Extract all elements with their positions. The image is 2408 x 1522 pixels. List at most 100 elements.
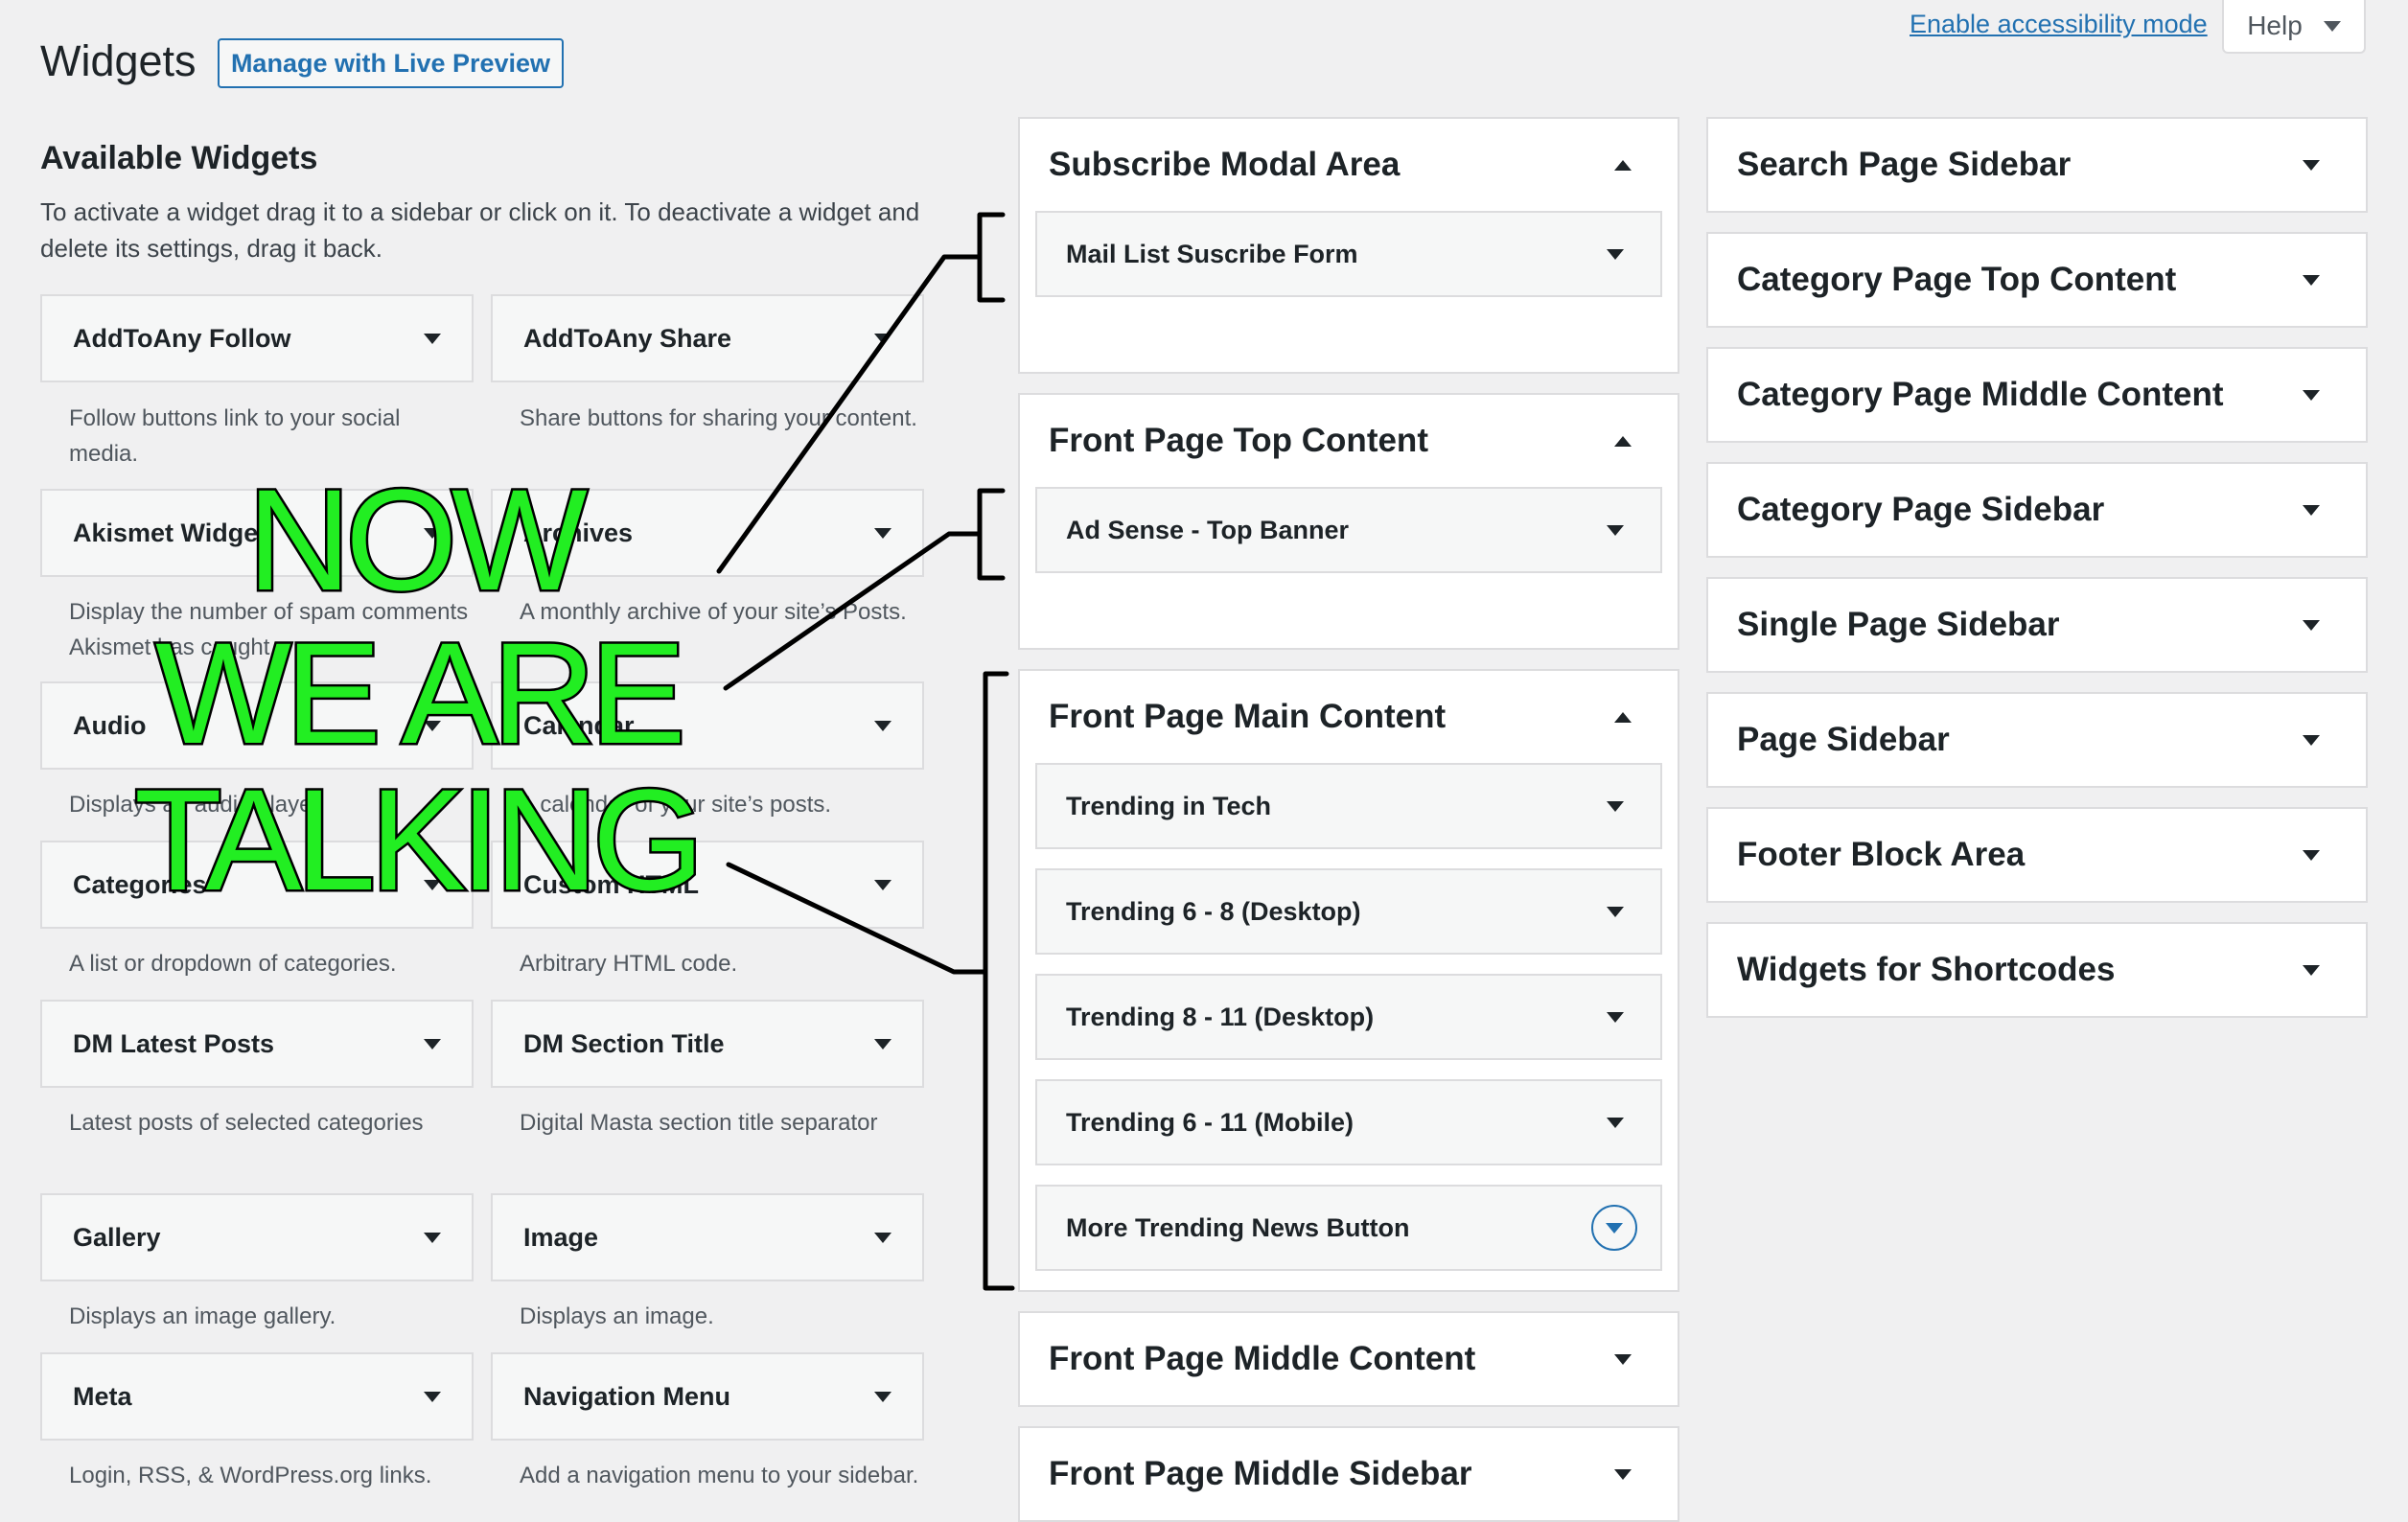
widget-description: Displays an image. xyxy=(520,1303,714,1329)
placed-widget-trending-8-11[interactable]: Trending 8 - 11 (Desktop) xyxy=(1035,974,1662,1060)
area-header[interactable]: Front Page Main Content xyxy=(1020,671,1678,763)
widget-archives[interactable]: Archives xyxy=(491,489,924,577)
placed-widget-more-trending[interactable]: More Trending News Button xyxy=(1035,1185,1662,1271)
caret-down-icon[interactable] xyxy=(874,720,891,731)
caret-down-icon[interactable] xyxy=(1614,1468,1632,1480)
sidebar-title: Page Sidebar xyxy=(1737,721,1950,758)
sidebar-title: Single Page Sidebar xyxy=(1737,606,2060,643)
area-header[interactable]: Front Page Middle Sidebar xyxy=(1020,1428,1678,1520)
enable-accessibility-mode-link[interactable]: Enable accessibility mode xyxy=(1910,10,2208,39)
caret-down-icon[interactable] xyxy=(2303,619,2320,631)
sidebar-title: Footer Block Area xyxy=(1737,836,2026,873)
sidebar-footer-block[interactable]: Footer Block Area xyxy=(1706,807,2368,903)
widget-description: Digital Masta section title separator xyxy=(520,1110,878,1136)
widget-addtoany-share[interactable]: AddToAny Share xyxy=(491,294,924,382)
widget-custom-html[interactable]: Custom HTML xyxy=(491,841,924,929)
widget-audio[interactable]: Audio xyxy=(40,681,474,770)
widget-title: Categories xyxy=(73,869,207,899)
caret-up-icon[interactable] xyxy=(1614,159,1632,171)
caret-down-icon[interactable] xyxy=(1607,1011,1624,1023)
area-front-page-middle-content[interactable]: Front Page Middle Content xyxy=(1018,1311,1679,1407)
sidebar-single-page[interactable]: Single Page Sidebar xyxy=(1706,577,2368,673)
caret-down-icon[interactable] xyxy=(1614,1353,1632,1365)
caret-down-icon[interactable] xyxy=(874,1391,891,1402)
sidebar-page[interactable]: Page Sidebar xyxy=(1706,692,2368,788)
sidebar-widgets-shortcodes[interactable]: Widgets for Shortcodes xyxy=(1706,922,2368,1018)
widget-gallery[interactable]: Gallery xyxy=(40,1193,474,1281)
widget-navigation-menu[interactable]: Navigation Menu xyxy=(491,1352,924,1441)
caret-down-icon[interactable] xyxy=(1607,524,1624,536)
widget-categories[interactable]: Categories xyxy=(40,841,474,929)
caret-down-icon[interactable] xyxy=(874,1038,891,1049)
sidebar-category-middle[interactable]: Category Page Middle Content xyxy=(1706,347,2368,443)
caret-down-icon[interactable] xyxy=(874,527,891,539)
placed-widget-title: Trending 8 - 11 (Desktop) xyxy=(1066,1002,1375,1031)
widget-title: DM Section Title xyxy=(523,1028,725,1058)
widget-dm-latest-posts[interactable]: DM Latest Posts xyxy=(40,1000,474,1088)
widget-title: Custom HTML xyxy=(523,869,699,899)
placed-widget-ad-sense[interactable]: Ad Sense - Top Banner xyxy=(1035,487,1662,573)
widget-addtoany-follow[interactable]: AddToAny Follow xyxy=(40,294,474,382)
caret-down-icon[interactable] xyxy=(2303,849,2320,861)
area-front-page-middle-sidebar[interactable]: Front Page Middle Sidebar xyxy=(1018,1426,1679,1522)
placed-widget-trending-mobile[interactable]: Trending 6 - 11 (Mobile) xyxy=(1035,1079,1662,1165)
placed-widget-mail-list[interactable]: Mail List Suscribe Form xyxy=(1035,211,1662,297)
sidebar-title: Category Page Sidebar xyxy=(1737,491,2105,528)
widget-description: Login, RSS, & WordPress.org links. xyxy=(69,1463,432,1488)
caret-down-icon[interactable] xyxy=(1607,906,1624,917)
caret-down-icon[interactable] xyxy=(2303,964,2320,976)
manage-live-preview-button[interactable]: Manage with Live Preview xyxy=(218,38,564,88)
help-tab[interactable]: Help xyxy=(2222,0,2366,54)
widget-akismet[interactable]: Akismet Widget xyxy=(40,489,474,577)
area-front-page-top-content: Front Page Top Content Ad Sense - Top Ba… xyxy=(1018,393,1679,650)
help-label: Help xyxy=(2247,11,2303,40)
bracket-main-content xyxy=(983,671,1015,1291)
caret-down-icon[interactable] xyxy=(424,1038,441,1049)
caret-down-icon[interactable] xyxy=(424,1391,441,1402)
caret-down-icon[interactable] xyxy=(424,333,441,344)
caret-down-icon[interactable] xyxy=(424,720,441,731)
area-header[interactable]: Front Page Middle Content xyxy=(1020,1313,1678,1405)
widget-title: Image xyxy=(523,1222,599,1252)
area-header[interactable]: Front Page Top Content xyxy=(1020,395,1678,487)
placed-widget-title: Ad Sense - Top Banner xyxy=(1066,515,1350,544)
caret-down-icon[interactable] xyxy=(874,1232,891,1243)
caret-up-icon[interactable] xyxy=(1614,711,1632,723)
widget-meta[interactable]: Meta xyxy=(40,1352,474,1441)
sidebar-category-top[interactable]: Category Page Top Content xyxy=(1706,232,2368,328)
widget-image[interactable]: Image xyxy=(491,1193,924,1281)
caret-down-icon xyxy=(1606,1222,1623,1234)
available-widgets-description: To activate a widget drag it to a sideba… xyxy=(40,197,920,263)
sidebar-title: Widgets for Shortcodes xyxy=(1737,951,2116,988)
caret-down-icon[interactable] xyxy=(424,879,441,890)
caret-down-icon[interactable] xyxy=(2303,389,2320,401)
caret-down-icon[interactable] xyxy=(874,879,891,890)
widget-description: Follow buttons link to your social media… xyxy=(69,405,401,467)
sidebar-title: Category Page Top Content xyxy=(1737,261,2177,298)
sidebar-category-sidebar[interactable]: Category Page Sidebar xyxy=(1706,462,2368,558)
sidebar-search-page[interactable]: Search Page Sidebar xyxy=(1706,117,2368,213)
placed-widget-trending-6-8[interactable]: Trending 6 - 8 (Desktop) xyxy=(1035,868,1662,955)
caret-down-icon[interactable] xyxy=(874,333,891,344)
area-header[interactable]: Subscribe Modal Area xyxy=(1020,119,1678,211)
caret-down-icon[interactable] xyxy=(2303,734,2320,746)
caret-down-icon[interactable] xyxy=(2303,274,2320,286)
widget-dm-section-title[interactable]: DM Section Title xyxy=(491,1000,924,1088)
caret-down-icon[interactable] xyxy=(424,1232,441,1243)
caret-down-icon[interactable] xyxy=(2303,504,2320,516)
widget-calendar[interactable]: Calendar xyxy=(491,681,924,770)
caret-down-icon[interactable] xyxy=(1607,1117,1624,1128)
widget-title: DM Latest Posts xyxy=(73,1028,275,1058)
placed-widget-title: Mail List Suscribe Form xyxy=(1066,239,1358,268)
page-title: Widgets xyxy=(40,36,197,85)
caret-down-icon[interactable] xyxy=(424,527,441,539)
caret-down-icon[interactable] xyxy=(2303,159,2320,171)
bracket-top-content xyxy=(977,488,1006,581)
caret-down-icon[interactable] xyxy=(1607,800,1624,812)
placed-widget-trending-tech[interactable]: Trending in Tech xyxy=(1035,763,1662,849)
caret-down-icon[interactable] xyxy=(1607,248,1624,260)
caret-up-icon[interactable] xyxy=(1614,435,1632,447)
area-title: Front Page Main Content xyxy=(1049,698,1447,735)
bracket-subscribe xyxy=(977,212,1006,303)
expand-circle-icon[interactable] xyxy=(1591,1205,1637,1251)
